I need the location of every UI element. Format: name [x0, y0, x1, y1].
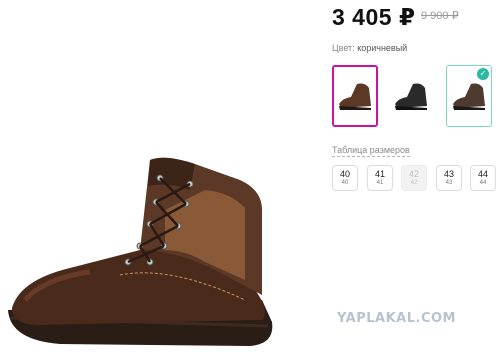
- brown-boot-alt-thumbnail-icon: [453, 83, 485, 110]
- color-value: коричневый: [357, 43, 408, 53]
- size-chart-link[interactable]: Таблица размеров: [332, 145, 410, 157]
- size-ru: 40: [341, 180, 349, 186]
- old-price: 9 900 ₽: [421, 10, 459, 22]
- size-button-42: 42 42: [401, 165, 427, 191]
- size-button-40[interactable]: 40 40: [332, 165, 358, 191]
- size-ru: 43: [445, 180, 453, 186]
- size-value: 43: [443, 169, 454, 179]
- size-button-44[interactable]: 44 44: [470, 165, 496, 191]
- color-option-brown-alt[interactable]: ✓: [446, 65, 492, 127]
- size-button-41[interactable]: 41 41: [367, 165, 393, 191]
- product-main-image[interactable]: [0, 150, 300, 349]
- size-value: 41: [374, 169, 385, 179]
- size-value: 44: [477, 169, 488, 179]
- size-ru: 42: [410, 180, 418, 186]
- color-option-brown[interactable]: [332, 65, 378, 127]
- current-price: 3 405 ₽: [332, 4, 416, 30]
- black-boot-thumbnail-icon: [395, 83, 427, 110]
- size-ru: 41: [376, 180, 384, 186]
- size-value: 40: [339, 169, 350, 179]
- size-value: 42: [408, 169, 419, 179]
- color-label: Цвет:: [332, 43, 355, 53]
- watermark: YAPLAKAL.COM: [337, 311, 456, 326]
- color-option-black[interactable]: [388, 65, 434, 127]
- color-info: Цвет: коричневый: [332, 43, 407, 53]
- size-button-43[interactable]: 43 43: [436, 165, 462, 191]
- brown-boot-thumbnail-icon: [339, 83, 371, 110]
- size-ru: 44: [479, 180, 487, 186]
- check-badge-icon: ✓: [477, 68, 489, 80]
